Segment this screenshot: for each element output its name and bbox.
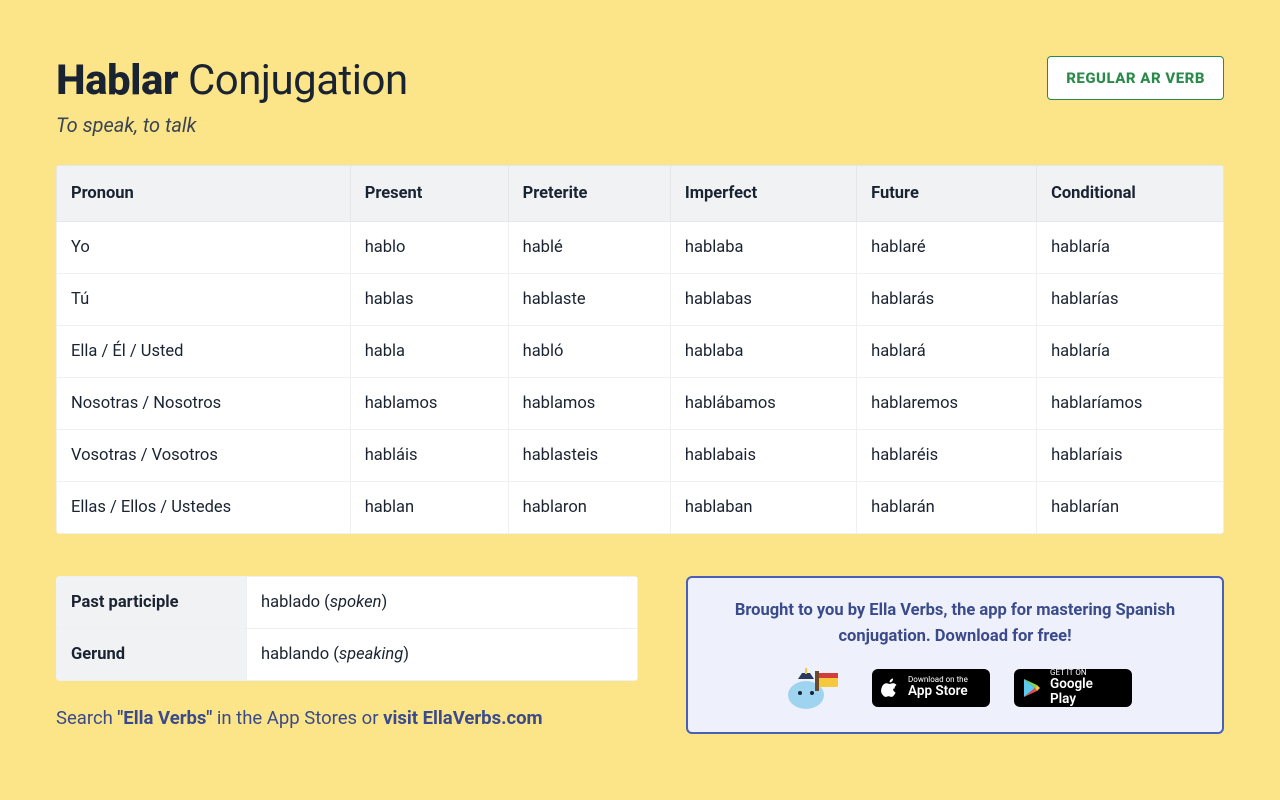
table-cell: habla — [350, 326, 508, 378]
table-cell: hablé — [508, 222, 670, 274]
table-cell: hablaría — [1037, 222, 1224, 274]
table-body: YohablohabléhablabahablaréhablaríaTúhabl… — [57, 222, 1224, 534]
table-cell: hablamos — [350, 378, 508, 430]
table-cell: hablasteis — [508, 430, 670, 482]
table-row: Ella / Él / Ustedhablahablóhablabahablar… — [57, 326, 1224, 378]
conjugation-table: PronounPresentPreteriteImperfectFutureCo… — [56, 165, 1224, 534]
table-cell: hablaríamos — [1037, 378, 1224, 430]
table-header-row: PronounPresentPreteriteImperfectFutureCo… — [57, 166, 1224, 222]
table-cell: hablan — [350, 482, 508, 534]
table-cell: hablarías — [1037, 274, 1224, 326]
table-row: Nosotras / Nosotroshablamoshablamoshablá… — [57, 378, 1224, 430]
app-store-big-text: App Store — [908, 684, 978, 699]
table-header: Future — [857, 166, 1037, 222]
google-play-big-text: Google Play — [1050, 677, 1120, 707]
verb-type-badge: REGULAR AR VERB — [1047, 56, 1224, 100]
gerund-row: Gerund hablando (speaking) — [57, 629, 638, 681]
table-cell: hablaremos — [857, 378, 1037, 430]
table-cell: hablabas — [670, 274, 856, 326]
table-cell: Nosotras / Nosotros — [57, 378, 351, 430]
website-link[interactable]: visit EllaVerbs.com — [383, 707, 542, 729]
table-cell: hablará — [857, 326, 1037, 378]
forms-section: Past participle hablado (spoken) Gerund … — [56, 576, 638, 729]
verb-name: Hablar — [56, 56, 178, 105]
table-cell: hablarán — [857, 482, 1037, 534]
table-cell: Yo — [57, 222, 351, 274]
promo-text: Brought to you by Ella Verbs, the app fo… — [716, 598, 1194, 649]
table-cell: Tú — [57, 274, 351, 326]
google-play-button[interactable]: GET IT ON Google Play — [1014, 669, 1132, 707]
table-header: Present — [350, 166, 508, 222]
header: Hablar Conjugation To speak, to talk REG… — [56, 56, 1224, 137]
table-cell: hablaron — [508, 482, 670, 534]
past-participle-label: Past participle — [57, 577, 247, 629]
bottom-section: Past participle hablado (spoken) Gerund … — [56, 576, 1224, 734]
title-suffix: Conjugation — [188, 56, 408, 105]
table-cell: hablarás — [857, 274, 1037, 326]
table-row: Yohablohabléhablabahablaréhablaría — [57, 222, 1224, 274]
app-store-button[interactable]: Download on the App Store — [872, 669, 990, 707]
past-participle-value: hablado (spoken) — [247, 577, 638, 629]
past-participle-row: Past participle hablado (spoken) — [57, 577, 638, 629]
table-cell: Ellas / Ellos / Ustedes — [57, 482, 351, 534]
table-header: Pronoun — [57, 166, 351, 222]
promo-box: Brought to you by Ella Verbs, the app fo… — [686, 576, 1224, 734]
verb-translation: To speak, to talk — [56, 113, 408, 137]
table-row: Ellas / Ellos / Ustedeshablanhablaronhab… — [57, 482, 1224, 534]
table-row: Túhablashablastehablabashablaráshablaría… — [57, 274, 1224, 326]
table-cell: habláis — [350, 430, 508, 482]
table-header: Preterite — [508, 166, 670, 222]
table-cell: hablaba — [670, 326, 856, 378]
apple-icon — [881, 678, 899, 698]
table-cell: hablabais — [670, 430, 856, 482]
table-cell: hablas — [350, 274, 508, 326]
table-cell: hablaríais — [1037, 430, 1224, 482]
table-cell: habló — [508, 326, 670, 378]
page-title: Hablar Conjugation — [56, 56, 408, 105]
google-play-icon — [1023, 678, 1041, 698]
table-cell: Vosotras / Vosotros — [57, 430, 351, 482]
table-row: Vosotras / Vosotroshabláishablasteishabl… — [57, 430, 1224, 482]
table-cell: hablaré — [857, 222, 1037, 274]
table-header: Conditional — [1037, 166, 1224, 222]
table-cell: hablamos — [508, 378, 670, 430]
title-block: Hablar Conjugation To speak, to talk — [56, 56, 408, 137]
mascot-icon — [778, 665, 848, 710]
table-cell: hablaría — [1037, 326, 1224, 378]
table-cell: hablarían — [1037, 482, 1224, 534]
table-cell: hablaban — [670, 482, 856, 534]
table-cell: hablaréis — [857, 430, 1037, 482]
table-cell: Ella / Él / Usted — [57, 326, 351, 378]
forms-table: Past participle hablado (spoken) Gerund … — [56, 576, 638, 681]
gerund-value: hablando (speaking) — [247, 629, 638, 681]
gerund-label: Gerund — [57, 629, 247, 681]
table-cell: hablaste — [508, 274, 670, 326]
table-cell: hablaba — [670, 222, 856, 274]
table-cell: hablábamos — [670, 378, 856, 430]
table-header: Imperfect — [670, 166, 856, 222]
promo-buttons-row: Download on the App Store GET IT ON Goog… — [716, 665, 1194, 710]
search-instructions: Search "Ella Verbs" in the App Stores or… — [56, 707, 638, 729]
table-cell: hablo — [350, 222, 508, 274]
